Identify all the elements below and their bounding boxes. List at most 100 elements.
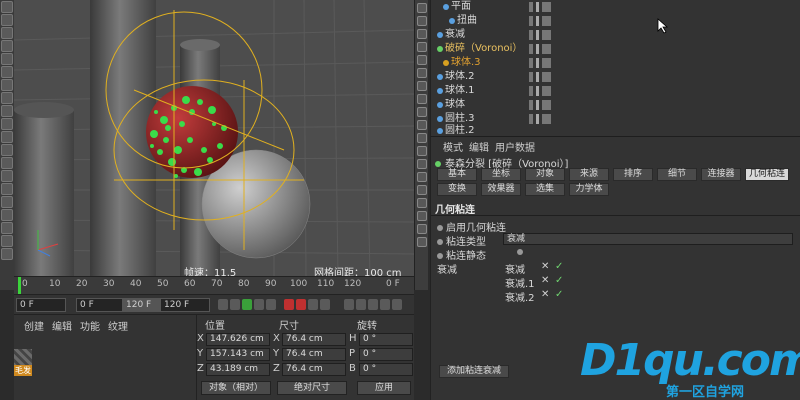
visibility-flags-icon[interactable] [529, 16, 551, 26]
sphere-icon[interactable] [417, 16, 427, 26]
autokey-icon[interactable] [296, 299, 306, 310]
select-tool-icon[interactable] [1, 40, 13, 52]
pos-z-field[interactable]: 43.189 cm [206, 363, 270, 376]
camera-object-icon[interactable] [417, 94, 427, 104]
light-icon[interactable] [1, 235, 13, 247]
falloff-enabled-icon[interactable]: ✓ [555, 275, 563, 286]
pos-y-field[interactable]: 157.143 cm [206, 348, 270, 361]
workplane-icon[interactable] [1, 144, 13, 156]
falloff-enabled-icon[interactable]: ✓ [555, 289, 563, 300]
size-z-field[interactable]: 76.4 cm [282, 363, 346, 376]
menu-user-data[interactable]: 用户数据 [495, 139, 535, 154]
mograph-icon[interactable] [417, 68, 427, 78]
prev-key-icon[interactable] [230, 299, 240, 310]
paint-icon[interactable] [1, 183, 13, 195]
xpresso-icon[interactable] [417, 172, 427, 182]
script-icon[interactable] [417, 185, 427, 195]
visibility-flags-icon[interactable] [529, 44, 551, 54]
object-item[interactable]: 球体 [431, 98, 800, 111]
timeline-playhead[interactable] [18, 277, 21, 295]
object-item[interactable]: 扭曲 [431, 14, 800, 27]
add-glue-falloff-button[interactable]: 添加粘连衰减 [439, 365, 509, 378]
move-key-icon[interactable] [344, 299, 354, 310]
tab-object[interactable]: 对象 [525, 168, 565, 181]
rot-p-field[interactable]: 0 ° [359, 348, 413, 361]
lock-icon[interactable] [1, 157, 13, 169]
tab-connectors[interactable]: 连接器 [701, 168, 741, 181]
coord-mode-select[interactable]: 对象（相对） [201, 381, 271, 395]
visibility-flags-icon[interactable] [529, 72, 551, 82]
falloff-visibility-icon[interactable]: ✕ [541, 275, 549, 286]
falloff-visibility-icon[interactable]: ✕ [541, 289, 549, 300]
light-object-icon[interactable] [417, 107, 427, 117]
visibility-flags-icon[interactable] [529, 86, 551, 96]
enable-glue-label[interactable]: 启用几何粘连 [437, 219, 506, 234]
menu-edit[interactable]: 编辑 [469, 139, 489, 154]
deformer-icon[interactable] [417, 55, 427, 65]
object-item[interactable]: 球体.1 [431, 84, 800, 97]
size-y-field[interactable]: 76.4 cm [282, 348, 346, 361]
polygons-mode-icon[interactable] [1, 79, 13, 91]
tab-dynamics-body[interactable]: 力学体 [569, 183, 609, 196]
falloff-item[interactable]: 衰减.1 [505, 275, 535, 290]
sculpt-icon[interactable] [1, 170, 13, 182]
next-key-icon[interactable] [254, 299, 264, 310]
snap-icon[interactable] [1, 131, 13, 143]
object-item[interactable]: 球体.2 [431, 70, 800, 83]
visibility-flags-icon[interactable] [529, 100, 551, 110]
go-end-icon[interactable] [266, 299, 276, 310]
rot-h-field[interactable]: 0 ° [359, 333, 413, 346]
go-start-icon[interactable] [218, 299, 228, 310]
dynamics-icon[interactable] [417, 159, 427, 169]
generator-icon[interactable] [417, 42, 427, 52]
tab-coordinates[interactable]: 坐标 [481, 168, 521, 181]
pos-x-field[interactable]: 147.626 cm [206, 333, 270, 346]
falloff-visibility-icon[interactable]: ✕ [541, 261, 549, 272]
param-key-icon[interactable] [380, 299, 390, 310]
texture-mode-icon[interactable] [1, 105, 13, 117]
size-mode-select[interactable]: 绝对尺寸 [277, 381, 347, 395]
object-item-selected[interactable]: 破碎（Voronoi） [431, 42, 800, 55]
tab-transform[interactable]: 变换 [437, 183, 477, 196]
tab-detail[interactable]: 细节 [657, 168, 697, 181]
glue-type-select[interactable]: 衰减 [503, 233, 793, 245]
falloff-item[interactable]: 衰减.2 [505, 289, 535, 304]
settings-icon[interactable] [1, 248, 13, 260]
tab-effectors[interactable]: 效果器 [481, 183, 521, 196]
menu-texture[interactable]: 纹理 [108, 318, 128, 333]
render-icon[interactable] [1, 222, 13, 234]
grid-icon[interactable] [1, 196, 13, 208]
move-tool-icon[interactable] [1, 1, 13, 13]
visibility-flags-icon[interactable] [529, 58, 551, 68]
glue-static-checkbox[interactable] [517, 249, 523, 255]
cube-icon[interactable] [417, 3, 427, 13]
points-mode-icon[interactable] [1, 53, 13, 65]
scale-tool-icon[interactable] [1, 14, 13, 26]
tab-geometry-glue[interactable]: 几何粘连 [745, 168, 789, 181]
spline-icon[interactable] [417, 29, 427, 39]
tag-icon[interactable] [417, 133, 427, 143]
menu-create[interactable]: 创建 [24, 318, 44, 333]
tab-source[interactable]: 来源 [569, 168, 609, 181]
visibility-flags-icon[interactable] [529, 114, 551, 124]
visibility-flags-icon[interactable] [529, 2, 551, 12]
menu-edit[interactable]: 编辑 [52, 318, 72, 333]
menu-function[interactable]: 功能 [80, 318, 100, 333]
scene-icon[interactable] [417, 81, 427, 91]
key-selection-icon[interactable] [308, 299, 318, 310]
layout-icon[interactable] [417, 211, 427, 221]
object-item[interactable]: 平面 [431, 0, 800, 13]
play-icon[interactable] [242, 299, 252, 310]
tab-selections[interactable]: 选集 [525, 183, 565, 196]
record-icon[interactable] [284, 299, 294, 310]
edges-mode-icon[interactable] [1, 66, 13, 78]
menu-mode[interactable]: 模式 [443, 139, 463, 154]
rot-b-field[interactable]: 0 ° [359, 363, 413, 376]
viewport-3d[interactable]: 帧速：11.5 网格间距：100 cm [14, 0, 414, 276]
falloff-item[interactable]: 衰减 [505, 261, 525, 276]
extra-icon[interactable] [417, 237, 427, 247]
visibility-flags-icon[interactable] [529, 30, 551, 40]
timeline-ruler[interactable]: 0 10 20 30 40 50 60 70 80 90 100 110 120… [14, 276, 414, 295]
size-x-field[interactable]: 76.4 cm [282, 333, 346, 346]
camera-icon[interactable] [1, 209, 13, 221]
